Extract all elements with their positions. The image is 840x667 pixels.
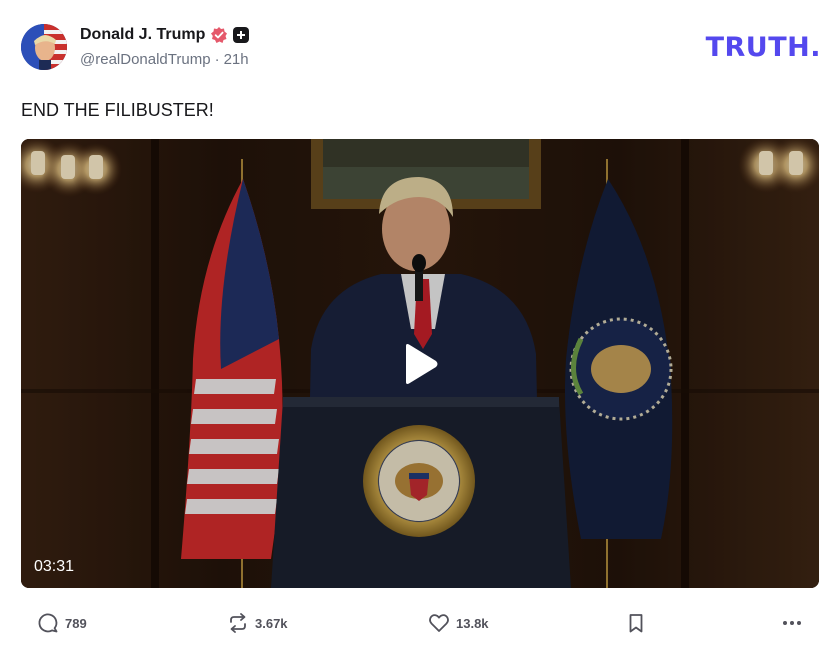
meta-separator: · [214, 51, 220, 68]
video-duration: 03:31 [34, 558, 75, 575]
like-button[interactable]: 13.8k [428, 606, 489, 640]
more-icon [783, 621, 801, 625]
display-name[interactable]: Donald J. Trump [80, 26, 205, 44]
like-count: 13.8k [456, 615, 489, 631]
retruth-button[interactable]: 3.67k [227, 606, 288, 640]
author-handle[interactable]: @realDonaldTrump [80, 51, 211, 68]
post-timestamp[interactable]: 21h [224, 51, 249, 68]
heart-icon [429, 614, 449, 632]
reply-icon [38, 613, 58, 633]
more-options-button[interactable] [781, 606, 803, 640]
plus-badge-icon [233, 27, 250, 43]
post-header: Donald J. Trump @realDonaldTrump · 21h T… [21, 24, 821, 74]
action-bar: 789 3.67k 13.8k [21, 606, 821, 640]
truth-logo[interactable]: TRUTH. [706, 32, 821, 63]
play-button[interactable] [390, 334, 450, 394]
reply-button[interactable]: 789 [37, 606, 87, 640]
post-text: END THE FILIBUSTER! [21, 100, 214, 120]
verified-badge-icon [210, 26, 228, 44]
retruth-icon [230, 613, 246, 633]
retruth-count: 3.67k [255, 615, 288, 631]
reply-count: 789 [65, 615, 87, 631]
truth-logo-dot: . [810, 32, 821, 63]
author-block: Donald J. Trump @realDonaldTrump · 21h [80, 24, 250, 68]
play-icon [406, 343, 438, 384]
truth-logo-text: TRUTH [705, 32, 811, 63]
bookmark-icon [629, 614, 643, 633]
avatar[interactable] [21, 24, 67, 70]
bookmark-button[interactable] [625, 606, 647, 640]
video-player[interactable]: 03:31 [21, 139, 819, 588]
